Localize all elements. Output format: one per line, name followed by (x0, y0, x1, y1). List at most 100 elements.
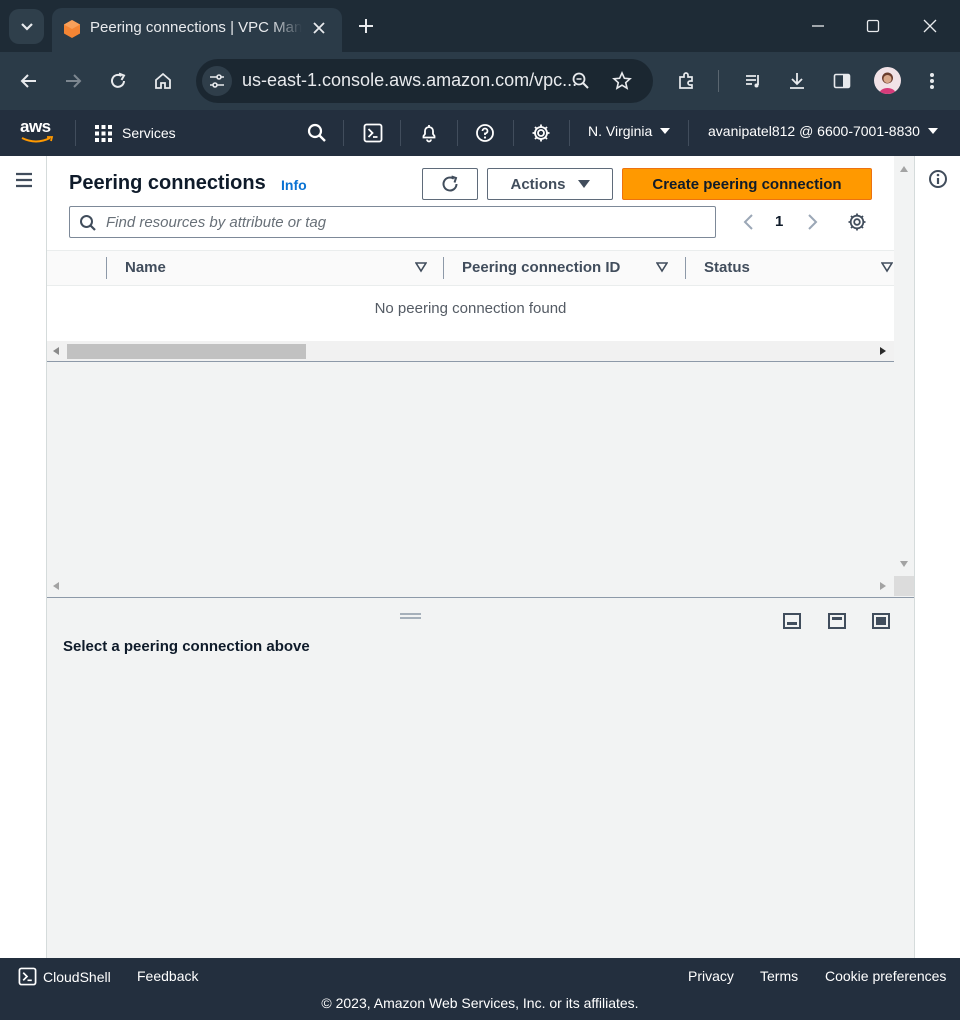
maximize-icon[interactable] (863, 16, 883, 36)
page-vertical-scrollbar[interactable] (894, 156, 914, 596)
site-settings-icon[interactable] (202, 66, 232, 96)
caret-down-icon (660, 128, 671, 134)
table-header-row: Name Peering connection ID Status (47, 250, 894, 286)
panel-position-bottom-icon[interactable] (782, 611, 802, 631)
next-page-icon[interactable] (802, 212, 822, 232)
terms-link[interactable]: Terms (760, 968, 798, 984)
column-header-peering-connection-id[interactable]: Peering connection ID (462, 259, 620, 276)
zoom-icon[interactable] (566, 66, 596, 96)
sort-icon[interactable] (656, 261, 668, 273)
download-icon[interactable] (782, 66, 812, 96)
tab-search-button[interactable] (9, 9, 44, 44)
page-number[interactable]: 1 (775, 213, 783, 230)
scrollbar-corner (894, 576, 914, 596)
sort-icon[interactable] (881, 261, 893, 273)
cloudshell-icon[interactable] (360, 120, 386, 146)
column-divider (443, 257, 444, 279)
details-split-panel: Select a peering connection above (47, 598, 914, 958)
region-selector[interactable]: N. Virginia (588, 123, 671, 139)
notifications-bell-icon[interactable] (416, 120, 442, 146)
media-controls-icon[interactable] (738, 66, 768, 96)
reload-icon[interactable] (103, 66, 133, 96)
header-divider (569, 120, 570, 146)
cookie-preferences-link[interactable]: Cookie preferences (825, 968, 946, 984)
console-page: Peering connections Info Actions Create … (0, 156, 960, 958)
previous-page-icon[interactable] (739, 212, 759, 232)
column-header-status[interactable]: Status (704, 259, 750, 276)
hamburger-menu-icon[interactable] (14, 170, 34, 190)
forward-icon[interactable] (58, 66, 88, 96)
extensions-icon[interactable] (671, 66, 701, 96)
create-peering-connection-button[interactable]: Create peering connection (622, 168, 872, 200)
scroll-right-arrow-icon[interactable] (880, 347, 886, 355)
main-content: Peering connections Info Actions Create … (47, 156, 914, 958)
settings-gear-icon[interactable] (528, 120, 554, 146)
help-icon[interactable] (472, 120, 498, 146)
cloudshell-label: CloudShell (43, 968, 111, 985)
header-divider (457, 120, 458, 146)
minimize-icon[interactable] (808, 16, 828, 36)
scrollbar-thumb[interactable] (67, 344, 306, 359)
aws-logo[interactable]: aws (20, 118, 58, 148)
url-text: us-east-1.console.aws.amazon.com/vpc... (242, 70, 578, 90)
actions-label: Actions (510, 175, 566, 193)
toolbar-divider (718, 70, 719, 92)
home-icon[interactable] (148, 66, 178, 96)
search-icon[interactable] (304, 120, 330, 146)
caret-down-icon (577, 180, 590, 188)
privacy-link[interactable]: Privacy (688, 968, 734, 984)
refresh-icon (442, 175, 458, 192)
scroll-right-arrow-icon[interactable] (880, 582, 886, 590)
browser-toolbar: us-east-1.console.aws.amazon.com/vpc... (0, 52, 960, 110)
peering-connections-table-panel: Peering connections Info Actions Create … (47, 156, 894, 362)
header-divider (343, 120, 344, 146)
region-label: N. Virginia (588, 123, 653, 139)
back-icon[interactable] (14, 66, 44, 96)
search-input[interactable]: Find resources by attribute or tag (69, 206, 716, 238)
browser-tab-active[interactable]: Peering connections | VPC Management Con… (52, 8, 342, 52)
aws-vpc-favicon-icon (64, 20, 80, 38)
caret-down-icon (927, 128, 938, 134)
sort-icon[interactable] (415, 261, 427, 273)
profile-avatar[interactable] (874, 67, 901, 94)
services-menu-button[interactable]: Services (94, 123, 176, 143)
side-panel-icon[interactable] (827, 66, 857, 96)
column-header-name[interactable]: Name (125, 259, 166, 276)
close-window-icon[interactable] (920, 16, 940, 36)
table-horizontal-scrollbar[interactable] (47, 341, 894, 361)
resize-handle-icon[interactable] (400, 612, 421, 620)
actions-dropdown-button[interactable]: Actions (487, 168, 613, 200)
more-menu-icon[interactable] (917, 66, 947, 96)
search-icon (80, 215, 96, 231)
cloudshell-icon (18, 967, 37, 986)
panel-close-icon[interactable] (871, 611, 891, 631)
scroll-left-arrow-icon[interactable] (53, 582, 59, 590)
scroll-down-arrow-icon[interactable] (900, 561, 908, 567)
info-circle-icon[interactable] (928, 169, 948, 189)
header-divider (513, 120, 514, 146)
feedback-link[interactable]: Feedback (137, 968, 198, 984)
console-footer: CloudShell Feedback Privacy Terms Cookie… (0, 958, 960, 1020)
cloudshell-footer-button[interactable]: CloudShell (18, 967, 111, 986)
account-menu[interactable]: avanipatel812 @ 6600-7001-8830 (708, 123, 938, 139)
table-preferences-gear-icon[interactable] (847, 212, 867, 232)
copyright-text: © 2023, Amazon Web Services, Inc. or its… (321, 995, 639, 1011)
panel-position-side-icon[interactable] (827, 611, 847, 631)
column-divider (106, 257, 107, 279)
new-tab-icon[interactable] (356, 16, 376, 36)
side-navigation-collapsed (0, 156, 47, 958)
page-horizontal-scrollbar[interactable] (47, 576, 894, 596)
tools-panel-rail (914, 156, 960, 958)
browser-tabstrip: Peering connections | VPC Management Con… (0, 0, 960, 52)
refresh-button[interactable] (422, 168, 478, 200)
services-label: Services (122, 125, 176, 141)
scroll-up-arrow-icon[interactable] (900, 166, 908, 172)
close-tab-icon[interactable] (310, 19, 328, 37)
address-bar[interactable]: us-east-1.console.aws.amazon.com/vpc... (196, 59, 653, 103)
scroll-left-arrow-icon[interactable] (53, 347, 59, 355)
info-link[interactable]: Info (281, 177, 307, 193)
aws-top-navigation: aws Services N. Virginia avanipatel812 @… (0, 110, 960, 156)
header-divider (400, 120, 401, 146)
aws-logo-text: aws (20, 117, 51, 136)
bookmark-star-icon[interactable] (607, 66, 637, 96)
